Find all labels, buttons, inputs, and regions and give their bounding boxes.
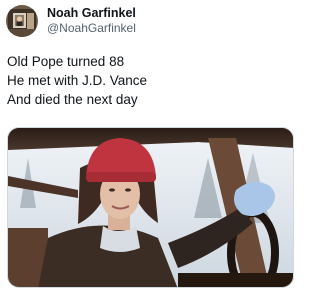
author-handle[interactable]: @NoahGarfinkel — [47, 21, 136, 36]
tweet-header: Noah Garfinkel @NoahGarfinkel — [6, 4, 136, 38]
tweet-line-2: He met with J.D. Vance — [7, 73, 148, 88]
tweet-line-1: Old Pope turned 88 — [7, 54, 125, 69]
movie-still-icon — [8, 128, 293, 287]
tweet-text: Old Pope turned 88 He met with J.D. Vanc… — [7, 52, 293, 109]
tweet-media-image[interactable] — [7, 127, 294, 288]
avatar[interactable] — [6, 5, 38, 37]
avatar-photo-icon — [6, 5, 38, 37]
author-names: Noah Garfinkel @NoahGarfinkel — [47, 6, 136, 36]
tweet-line-3: And died the next day — [7, 92, 138, 107]
tweet-card: Noah Garfinkel @NoahGarfinkel Old Pope t… — [0, 0, 300, 300]
author-display-name[interactable]: Noah Garfinkel — [47, 6, 136, 21]
